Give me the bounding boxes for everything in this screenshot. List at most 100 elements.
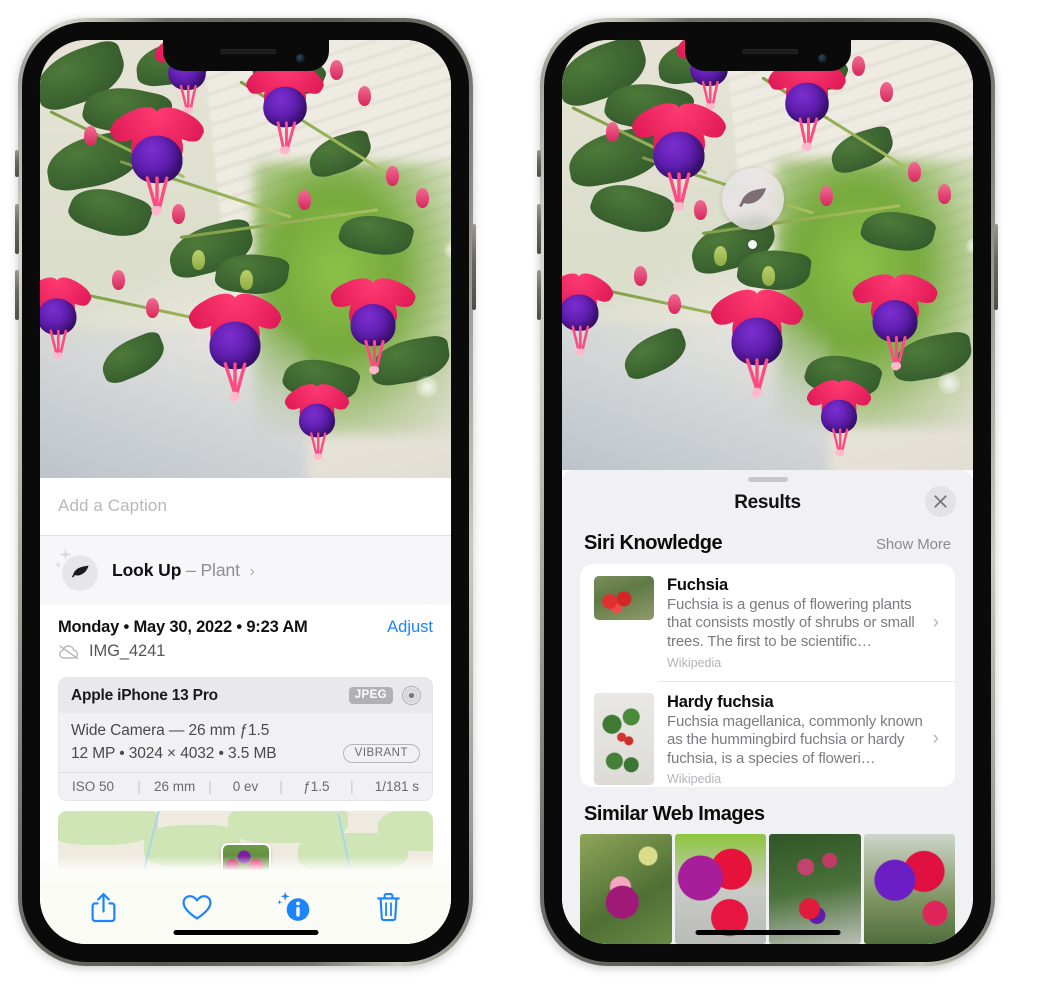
trash-icon[interactable] <box>376 892 401 922</box>
chevron-right-icon[interactable]: › <box>250 563 255 580</box>
photo-flower <box>627 96 731 212</box>
caption-row[interactable]: Add a Caption <box>40 478 451 536</box>
caption-placeholder[interactable]: Add a Caption <box>58 496 167 516</box>
hardy-fuchsia-thumb-image <box>594 692 654 785</box>
adjust-button[interactable]: Adjust <box>387 618 433 637</box>
photo-flower <box>40 272 95 360</box>
silent-switch[interactable] <box>537 150 541 177</box>
photo-bud <box>820 186 833 206</box>
left-phone-screen: Add a Caption Look Up – Plant › Monday •… <box>40 40 451 944</box>
look-up-separator: – <box>186 560 196 581</box>
web-image-item[interactable] <box>769 834 861 944</box>
front-camera <box>817 54 827 63</box>
knowledge-row[interactable]: Fuchsia Fuchsia is a genus of flowering … <box>580 564 955 681</box>
earpiece-speaker <box>219 49 276 54</box>
photo-bud <box>112 270 125 290</box>
results-sheet: Results Siri Knowledge Show More Fuchsia… <box>562 470 973 944</box>
knowledge-body: Fuchsia Fuchsia is a genus of flowering … <box>667 576 933 670</box>
volume-down-button[interactable] <box>537 270 541 320</box>
earpiece-speaker <box>741 49 798 54</box>
photo-bud <box>668 294 681 314</box>
photo-bud <box>762 266 775 286</box>
screenshot-stage: Add a Caption Look Up – Plant › Monday •… <box>0 0 1055 985</box>
close-icon <box>934 495 947 508</box>
fuchsia-wild-thumb-image <box>594 575 654 620</box>
visual-look-up-badge[interactable] <box>722 168 784 230</box>
camera-exif-row: ISO 50 | 26 mm | 0 ev | ƒ1.5 | 1/181 s <box>59 772 432 799</box>
camera-card-header: Apple iPhone 13 Pro JPEG <box>59 678 432 714</box>
photo-bud <box>938 184 951 204</box>
close-button[interactable] <box>925 485 956 517</box>
photo-bokeh <box>938 372 960 394</box>
home-indicator[interactable] <box>173 930 318 935</box>
web-image-item[interactable] <box>580 834 672 944</box>
photo-date: Monday • May 30, 2022 • 9:23 AM <box>58 618 308 637</box>
exif-focal-length: 26 mm <box>153 779 196 795</box>
look-up-subject: Plant <box>200 560 240 581</box>
camera-info-card[interactable]: Apple iPhone 13 Pro JPEG Wide Camera — 2… <box>58 677 433 801</box>
web-image-item[interactable] <box>674 834 766 944</box>
volume-up-button[interactable] <box>537 204 541 254</box>
chevron-right-icon[interactable]: › <box>933 612 945 634</box>
photo-bud <box>416 188 429 208</box>
map-green-area <box>378 810 433 851</box>
photo-viewer[interactable] <box>562 40 973 470</box>
photo-bud <box>908 162 921 182</box>
exif-separator: | <box>279 779 283 795</box>
photo-flower <box>803 375 875 456</box>
silent-switch[interactable] <box>15 150 19 177</box>
aperture-icon <box>401 686 422 706</box>
similar-web-images-header: Similar Web Images <box>562 787 973 834</box>
exif-exposure-comp: 0 ev <box>232 779 259 795</box>
volume-up-button[interactable] <box>15 204 19 254</box>
photo-bokeh <box>416 376 438 398</box>
home-indicator[interactable] <box>695 930 840 935</box>
knowledge-title: Hardy fuchsia <box>667 692 774 711</box>
share-icon[interactable] <box>90 892 117 923</box>
exif-aperture: ƒ1.5 <box>303 779 330 795</box>
look-up-label: Look Up – Plant › <box>112 560 255 581</box>
knowledge-description: Fuchsia is a genus of flowering plants t… <box>667 595 915 650</box>
photo-flower <box>706 282 808 398</box>
knowledge-title: Fuchsia <box>667 575 728 594</box>
volume-down-button[interactable] <box>15 270 19 320</box>
photo-bud <box>298 190 311 210</box>
siri-knowledge-card: Fuchsia Fuchsia is a genus of flowering … <box>580 563 955 787</box>
chevron-right-icon[interactable]: › <box>933 728 945 750</box>
right-phone-screen: Results Siri Knowledge Show More Fuchsia… <box>562 40 973 944</box>
photo-bud <box>192 250 205 270</box>
exif-iso: ISO 50 <box>72 779 115 795</box>
metadata-date-row: Monday • May 30, 2022 • 9:23 AM Adjust <box>58 618 433 637</box>
photo-bud <box>852 56 865 76</box>
look-up-row[interactable]: Look Up – Plant › <box>40 535 451 605</box>
exif-separator: | <box>350 779 354 795</box>
photo-bud <box>880 82 893 102</box>
metadata-file-row: IMG_4241 <box>58 642 433 661</box>
knowledge-body: Hardy fuchsia Fuchsia magellanica, commo… <box>667 693 933 787</box>
photo-bud <box>240 270 253 290</box>
photo-bud <box>84 126 97 146</box>
photo-bud <box>358 86 371 106</box>
heart-icon[interactable] <box>182 894 212 921</box>
web-image-item[interactable] <box>863 834 955 944</box>
knowledge-source: Wikipedia <box>667 655 722 670</box>
knowledge-row[interactable]: Hardy fuchsia Fuchsia magellanica, commo… <box>580 680 955 787</box>
leaf-icon <box>71 565 89 578</box>
photo-info-sheet: Add a Caption Look Up – Plant › Monday •… <box>40 478 451 944</box>
show-more-button[interactable]: Show More <box>876 536 951 553</box>
photo-viewer[interactable] <box>40 40 451 478</box>
format-badge: JPEG <box>348 687 393 705</box>
camera-card-body: Wide Camera — 26 mm ƒ1.5 12 MP • 3024 × … <box>59 713 432 772</box>
photo-bud <box>146 298 159 318</box>
photo-bud <box>714 246 727 266</box>
siri-knowledge-header: Siri Knowledge Show More <box>562 528 973 564</box>
siri-knowledge-title: Siri Knowledge <box>584 531 723 554</box>
power-button[interactable] <box>994 224 998 310</box>
power-button[interactable] <box>472 224 476 310</box>
sparkle-icon-small <box>54 560 62 569</box>
similar-web-images-strip[interactable] <box>562 834 973 944</box>
cloud-slash-icon <box>59 645 79 660</box>
camera-spec-row: 12 MP • 3024 × 4032 • 3.5 MB VIBRANT <box>71 744 420 764</box>
info-sparkle-icon[interactable] <box>276 891 311 923</box>
photo-metadata-block: Monday • May 30, 2022 • 9:23 AM Adjust I… <box>40 605 451 670</box>
